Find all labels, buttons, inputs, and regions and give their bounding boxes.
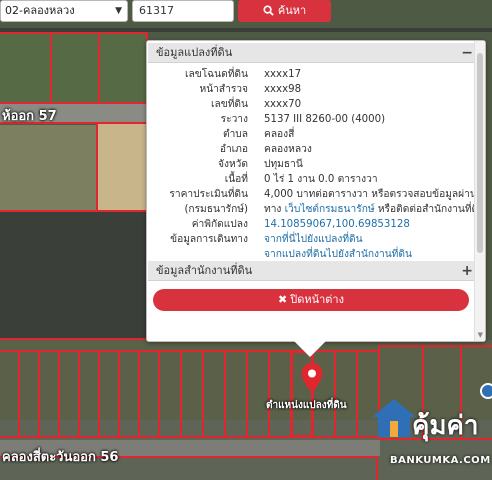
scroll-down-icon[interactable]: ▼	[478, 331, 483, 339]
info-row: หน้าสำรวจ xxxx98	[148, 82, 475, 97]
popup-scrollbar[interactable]: ▼	[474, 41, 485, 341]
parcel-info-popup: ข้อมูลแปลงที่ดิน − เลขโฉนดที่ดิน xxxx17 ห…	[146, 40, 486, 342]
map-parcel	[50, 32, 100, 104]
map-parcel	[98, 350, 120, 438]
info-label: ตำบล	[222, 129, 248, 140]
info-value: 4,000 บาทต่อตารางวา หรือตรวจสอบข้อมูลผ่า…	[264, 189, 477, 200]
bankumka-logo: คุ้มค่า BANKUMKA.COM	[370, 383, 492, 480]
map-parcel	[0, 122, 98, 212]
map-parcel	[118, 350, 140, 438]
treasury-website-link[interactable]: เว็บไซต์กรมธนารักษ์	[285, 204, 375, 215]
info-label: เลขโฉนดที่ดิน	[185, 69, 248, 80]
collapse-icon[interactable]: −	[461, 43, 473, 63]
logo-brand: คุ้มค่า	[412, 411, 479, 441]
section-header-parcel[interactable]: ข้อมูลแปลงที่ดิน −	[148, 43, 475, 63]
locate-me-icon[interactable]	[480, 383, 492, 399]
info-row: ระวาง 5137 III 8260-00 (4000)	[148, 112, 475, 127]
info-row: ตำบล คลองสี่	[148, 127, 475, 142]
map-parcel	[38, 350, 60, 438]
info-label: (กรมธนารักษ์)	[184, 204, 248, 215]
location-pin[interactable]	[300, 362, 324, 398]
map-parcel	[202, 350, 226, 438]
section-title: ข้อมูลสำนักงานที่ดิน	[156, 264, 253, 277]
district-select-value: 02-คลองหลวง	[5, 4, 75, 17]
info-value: คลองสี่	[264, 129, 295, 140]
info-value: ทาง เว็บไซต์กรมธนารักษ์ หรือติดต่อสำนักง…	[264, 202, 485, 217]
search-bar: 02-คลองหลวง ▼ 61317 ค้นหา	[0, 0, 492, 26]
map-pin-icon	[301, 363, 323, 393]
search-button[interactable]: ค้นหา	[238, 0, 331, 22]
info-label: ค่าพิกัดแปลง	[191, 219, 248, 230]
map-parcel	[224, 350, 248, 438]
info-value: 5137 III 8260-00 (4000)	[264, 114, 386, 125]
logo-domain: BANKUMKA.COM	[390, 455, 491, 466]
info-label: เนื้อที่	[224, 174, 248, 185]
pin-label: ตำแหน่งแปลงที่ดิน	[266, 400, 347, 411]
info-row: ราคาประเมินที่ดิน 4,000 บาทต่อตารางวา หรื…	[148, 187, 477, 202]
road-label: คลองสี่ตะวันออก 56	[2, 450, 119, 465]
route-to-office-link[interactable]: จากแปลงที่ดินไปยังสำนักงานที่ดิน	[264, 249, 412, 260]
info-value: ปทุมธานี	[264, 159, 303, 170]
info-row: จากแปลงที่ดินไปยังสำนักงานที่ดิน	[148, 247, 475, 262]
road-label: ห้ออก 57	[2, 109, 57, 124]
info-text: ทาง	[264, 204, 285, 215]
map-parcel	[246, 350, 270, 438]
map-parcel	[98, 32, 148, 104]
close-icon: ✖	[278, 293, 288, 306]
info-value: คลองหลวง	[264, 144, 312, 155]
map-parcel	[96, 122, 148, 212]
info-row: ข้อมูลการเดินทาง จากที่นี่ไปยังแปลงที่ดิน	[148, 232, 475, 247]
info-value: xxxx70	[264, 99, 302, 110]
route-to-parcel-link[interactable]: จากที่นี่ไปยังแปลงที่ดิน	[264, 234, 363, 245]
close-window-button[interactable]: ✖ ปิดหน้าต่าง	[153, 289, 469, 311]
parcel-info-rows: เลขโฉนดที่ดิน xxxx17 หน้าสำรวจ xxxx98 เลขท…	[148, 67, 485, 262]
section-header-office[interactable]: ข้อมูลสำนักงานที่ดิน +	[148, 261, 475, 281]
search-button-label: ค้นหา	[277, 4, 307, 17]
map-parcel	[78, 350, 100, 438]
info-row: ค่าพิกัดแปลง 14.10859067,100.69853128	[148, 217, 475, 232]
search-icon	[263, 5, 274, 16]
info-label: ราคาประเมินที่ดิน	[169, 189, 248, 200]
coordinates-link[interactable]: 14.10859067,100.69853128	[264, 219, 410, 230]
info-label: หน้าสำรวจ	[199, 84, 248, 95]
map-parcel	[334, 350, 358, 438]
map-parcel	[138, 350, 160, 438]
info-row: เลขที่ดิน xxxx70	[148, 97, 475, 112]
map-parcel	[58, 350, 80, 438]
info-value: xxxx98	[264, 84, 302, 95]
expand-icon[interactable]: +	[461, 261, 473, 281]
map-parcel	[0, 32, 52, 104]
info-row: เลขโฉนดที่ดิน xxxx17	[148, 67, 475, 82]
info-label: เลขที่ดิน	[211, 99, 248, 110]
info-label: ข้อมูลการเดินทาง	[170, 234, 248, 245]
map-parcel	[18, 350, 40, 438]
house-logo-icon	[372, 399, 416, 437]
info-row: อำเภอ คลองหลวง	[148, 142, 475, 157]
map-parcel	[0, 210, 148, 340]
info-row: เนื้อที่ 0 ไร่ 1 งาน 0.0 ตารางวา	[148, 172, 475, 187]
parcel-number-input[interactable]: 61317	[132, 0, 234, 22]
info-row: (กรมธนารักษ์) ทาง เว็บไซต์กรมธนารักษ์ หรื…	[148, 202, 485, 217]
info-value: 0 ไร่ 1 งาน 0.0 ตารางวา	[264, 174, 378, 185]
info-value: xxxx17	[264, 69, 302, 80]
info-label: ระวาง	[220, 114, 248, 125]
info-text: หรือติดต่อสำนักงานที่ดิน	[374, 204, 486, 215]
info-row: จังหวัด ปทุมธานี	[148, 157, 475, 172]
map-parcel	[158, 350, 182, 438]
close-button-label: ปิดหน้าต่าง	[290, 293, 344, 306]
info-label: จังหวัด	[218, 159, 248, 170]
popup-pointer	[294, 341, 326, 357]
scrollbar-thumb[interactable]	[477, 53, 483, 253]
section-title: ข้อมูลแปลงที่ดิน	[156, 46, 233, 59]
map-parcel	[0, 350, 20, 438]
map-parcel	[180, 350, 204, 438]
chevron-down-icon: ▼	[115, 6, 122, 16]
map-parcel	[268, 350, 292, 438]
district-select[interactable]: 02-คลองหลวง ▼	[0, 0, 128, 22]
info-label: อำเภอ	[219, 144, 248, 155]
